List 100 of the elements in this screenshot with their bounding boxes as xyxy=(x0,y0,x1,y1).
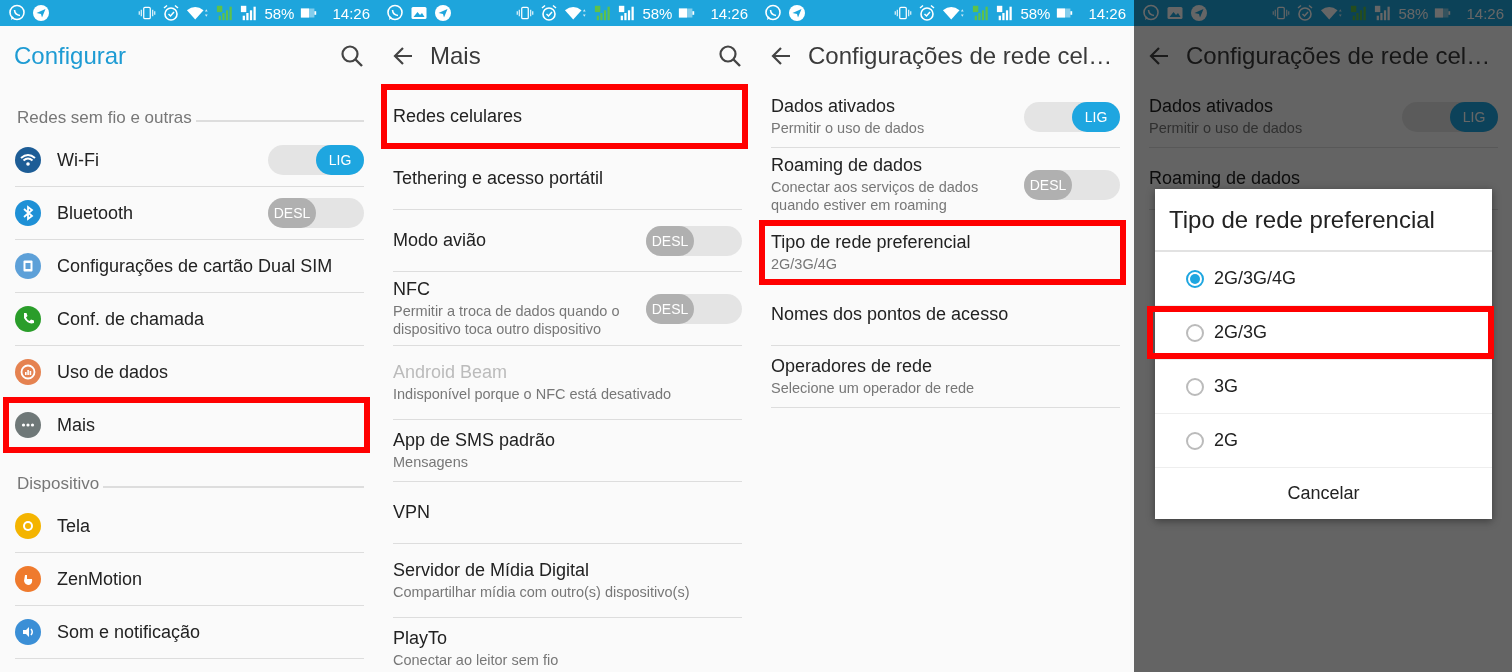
item-title: Mais xyxy=(57,414,96,436)
vibrate-icon xyxy=(894,4,913,22)
wifi-icon xyxy=(1320,4,1345,22)
item-title: VPN xyxy=(393,502,431,523)
radio-button[interactable] xyxy=(1186,323,1204,342)
item-subtitle: Mensagens xyxy=(393,453,469,471)
settings-item[interactable]: ZenMotion xyxy=(15,553,364,606)
item-subtitle: Permitir o uso de dados xyxy=(771,119,926,137)
paper-plane-icon xyxy=(434,4,452,22)
signal-icon xyxy=(618,4,637,22)
option-label: 3G xyxy=(1214,376,1238,397)
settings-item[interactable]: Uso de dados xyxy=(15,346,364,399)
item-title: Uso de dados xyxy=(57,361,170,383)
battery-percent: 58% xyxy=(642,4,673,22)
cancel-button[interactable]: Cancelar xyxy=(1155,468,1492,519)
item-title: Tipo de rede preferencial xyxy=(771,232,972,253)
item-title: Nomes dos pontos de acesso xyxy=(771,304,1010,325)
settings-item[interactable]: Servidor de Mídia Digital Compartilhar mídia com outro(s) dispositivo(s) xyxy=(393,544,742,618)
hand-icon xyxy=(15,566,41,592)
paper-plane-icon xyxy=(1190,4,1208,22)
settings-item[interactable]: Operadores de rede Selecione um operador de rede xyxy=(771,346,1120,408)
alarm-icon xyxy=(162,4,181,22)
signal-icon xyxy=(1374,4,1393,22)
item-title: Dados ativados xyxy=(771,96,897,117)
signal-icon xyxy=(216,4,235,22)
clock-time: 14:26 xyxy=(710,4,748,22)
settings-item[interactable]: Conf. de chamada xyxy=(15,293,364,346)
back-button[interactable] xyxy=(770,45,792,67)
settings-item[interactable]: Redes celulares xyxy=(393,86,742,148)
settings-item[interactable]: Tipo de rede preferencial 2G/3G/4G xyxy=(771,222,1120,284)
option-label: 2G/3G xyxy=(1214,322,1268,343)
item-title: Roaming de dados xyxy=(771,155,924,176)
settings-item[interactable]: VPN xyxy=(393,482,742,544)
signal-icon xyxy=(240,4,259,22)
option-label: 2G xyxy=(1214,430,1238,451)
option-row[interactable]: 2G/3G xyxy=(1155,306,1492,360)
settings-item[interactable]: Dados ativados Permitir o uso de dados LIG xyxy=(771,86,1120,148)
item-title: Dados ativados xyxy=(1149,96,1275,117)
option-row[interactable]: 2G/3G/4G xyxy=(1155,252,1492,306)
settings-item[interactable]: Tela xyxy=(15,500,364,553)
item-title: Tela xyxy=(57,515,92,537)
screen-title: Configurações de rede cel… xyxy=(808,42,1113,70)
alarm-icon xyxy=(918,4,937,22)
item-title: Bluetooth xyxy=(57,202,135,224)
alarm-icon xyxy=(1296,4,1315,22)
item-subtitle: Selecione um operador de rede xyxy=(771,379,976,397)
settings-item[interactable]: Som e notificação xyxy=(15,606,364,659)
item-title: Configurações de cartão Dual SIM xyxy=(57,255,334,277)
alarm-icon xyxy=(540,4,559,22)
clock-time: 14:26 xyxy=(1466,4,1504,22)
settings-item[interactable]: Mais xyxy=(15,399,364,452)
item-title: ZenMotion xyxy=(57,568,144,590)
item-title: Roaming de dados xyxy=(1149,168,1302,189)
wifi-icon xyxy=(942,4,967,22)
option-label: 2G/3G/4G xyxy=(1214,268,1297,289)
screen-title: Configurar xyxy=(14,42,127,70)
item-subtitle: Compartilhar mídia com outro(s) dispositivo(s) xyxy=(393,583,691,601)
vibrate-icon xyxy=(138,4,157,22)
wifi-icon xyxy=(564,4,589,22)
settings-item[interactable]: Tethering e acesso portátil xyxy=(393,148,742,210)
phone-icon xyxy=(15,306,41,332)
search-button[interactable] xyxy=(340,44,364,68)
settings-item[interactable]: Roaming de dados Conectar aos serviços de dados quando estiver em roaming DESL xyxy=(771,148,1120,222)
chat-bubble-icon xyxy=(1142,4,1160,22)
image-icon xyxy=(1166,4,1184,22)
search-button[interactable] xyxy=(718,44,742,68)
chat-bubble-icon xyxy=(764,4,782,22)
settings-item[interactable]: App de SMS padrão Mensagens xyxy=(393,420,742,482)
radio-button[interactable] xyxy=(1186,431,1204,450)
signal-icon xyxy=(594,4,613,22)
battery-percent: 58% xyxy=(1020,4,1051,22)
radio-button[interactable] xyxy=(1186,377,1204,396)
item-title: Wi-Fi xyxy=(57,149,100,171)
settings-item[interactable]: Nomes dos pontos de acesso xyxy=(771,284,1120,346)
paper-plane-icon xyxy=(788,4,806,22)
item-subtitle: Indisponível porque o NFC está desativado xyxy=(393,385,673,403)
settings-item[interactable]: Wi-Fi LIG xyxy=(15,134,364,187)
settings-item[interactable]: Configurações de cartão Dual SIM xyxy=(15,240,364,293)
battery-percent: 58% xyxy=(264,4,295,22)
clock-time: 14:26 xyxy=(332,4,370,22)
item-title: Android Beam xyxy=(393,362,509,383)
option-row[interactable]: 3G xyxy=(1155,360,1492,414)
settings-item[interactable]: Bluetooth DESL xyxy=(15,187,364,240)
item-title: Redes celulares xyxy=(393,106,524,127)
settings-item[interactable]: Modo avião DESL xyxy=(393,210,742,272)
wifi-icon xyxy=(186,4,211,22)
wifi-icon xyxy=(15,147,41,173)
more-icon xyxy=(15,412,41,438)
radio-button[interactable] xyxy=(1186,269,1204,288)
item-subtitle: Conectar ao leitor sem fio xyxy=(393,651,560,669)
settings-item[interactable]: PlayTo Conectar ao leitor sem fio xyxy=(393,618,742,672)
paper-plane-icon xyxy=(32,4,50,22)
settings-item[interactable]: NFC Permitir a troca de dados quando o dispositivo toca outro dispositivo DESL xyxy=(393,272,742,346)
back-button[interactable] xyxy=(392,45,414,67)
speaker-icon xyxy=(15,619,41,645)
clock-time: 14:26 xyxy=(1088,4,1126,22)
battery-percent: 58% xyxy=(1398,4,1429,22)
item-title: Conf. de chamada xyxy=(57,308,206,330)
chat-bubble-icon xyxy=(386,4,404,22)
screen-title: Mais xyxy=(430,42,481,70)
